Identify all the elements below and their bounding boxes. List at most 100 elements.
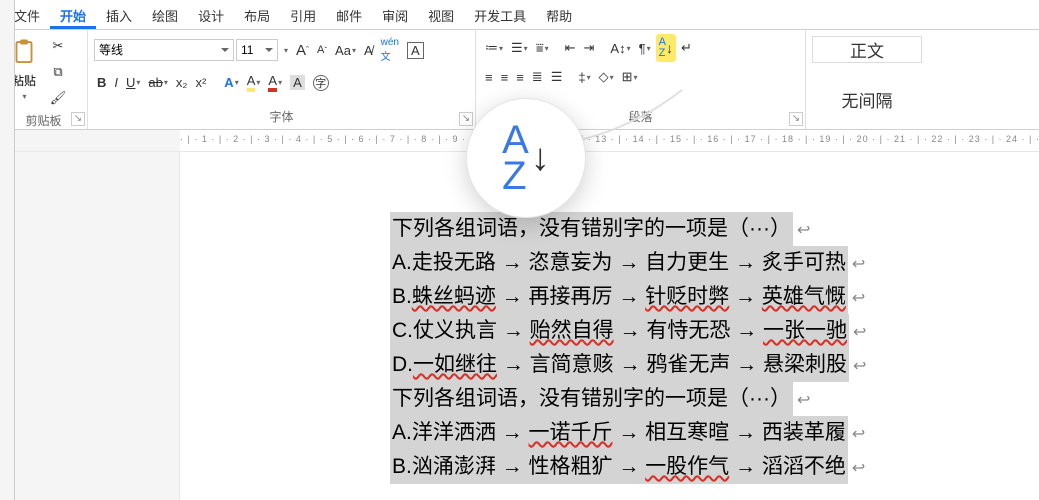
menu-bar: 文件开始插入绘图设计布局引用邮件审阅视图开发工具帮助 xyxy=(0,0,1039,30)
text-line[interactable]: B.蛛丝蚂迹 → 再接再厉 → 针贬时弊 → 英雄气慨 xyxy=(390,280,848,314)
text-line[interactable]: A.走投无路 → 恣意妄为 → 自力更生 → 炙手可热 xyxy=(390,246,848,280)
paste-label: 粘贴 xyxy=(12,72,36,89)
document-body[interactable]: 下列各组词语，没有错别字的一项是（···）↩A.走投无路 → 恣意妄为 → 自力… xyxy=(180,152,1039,500)
indent-icon: ⇥ xyxy=(584,40,595,56)
indent-increase-button[interactable]: ⇥ xyxy=(581,37,598,59)
menu-绘图[interactable]: 绘图 xyxy=(142,0,188,29)
group-font: 等线 11 Aˆ Aˇ Aa A̸ wén文 A B I U ab x₂ x² … xyxy=(88,30,476,129)
lens: AZ↓ xyxy=(466,98,586,218)
text-line[interactable]: D.一如继往 → 言简意赅 → 鸦雀无声 → 悬梁刺股 xyxy=(390,348,849,382)
style-nospace[interactable]: 无间隔 xyxy=(812,87,922,112)
show-marks-button[interactable]: ↵ xyxy=(678,37,695,59)
char-border-button[interactable]: A xyxy=(404,39,427,62)
justify-icon: ≣ xyxy=(532,69,543,85)
paragraph-mark: ↩ xyxy=(852,290,865,307)
bullet-list-button[interactable]: ≔ xyxy=(482,37,506,59)
left-gutter xyxy=(0,152,180,500)
menu-帮助[interactable]: 帮助 xyxy=(536,0,582,29)
asian-icon: A↕ xyxy=(610,41,625,56)
subscript-button[interactable]: x₂ xyxy=(173,72,191,93)
paragraph-mark: ↩ xyxy=(852,426,865,443)
italic-button[interactable]: I xyxy=(111,72,121,93)
sort-az-icon: AZ xyxy=(659,37,666,59)
underline-button[interactable]: U xyxy=(123,72,143,93)
text-line[interactable]: 下列各组词语，没有错别字的一项是（···） xyxy=(390,212,793,246)
cut-button[interactable]: ✂ xyxy=(46,34,70,58)
group-label-clipboard: 剪贴板 xyxy=(6,110,81,131)
menu-插入[interactable]: 插入 xyxy=(96,0,142,29)
paragraph-mark: ↩ xyxy=(852,256,865,273)
highlight-button[interactable]: A xyxy=(244,70,264,95)
borders-icon: ⊞ xyxy=(622,69,633,85)
line-space-menu[interactable]: ‡ xyxy=(575,67,593,88)
font-size-menu[interactable] xyxy=(280,43,291,58)
font-launcher[interactable]: ↘ xyxy=(459,112,473,126)
scissors-icon: ✂ xyxy=(49,37,67,55)
change-case-button[interactable]: Aa xyxy=(332,40,359,61)
menu-审阅[interactable]: 审阅 xyxy=(372,0,418,29)
format-painter-button[interactable]: 🖌 xyxy=(46,86,70,110)
clipboard-launcher[interactable]: ↘ xyxy=(71,112,85,126)
copy-icon: ⧉ xyxy=(49,63,67,81)
number-list-button[interactable]: ☰ xyxy=(508,37,531,59)
bold-button[interactable]: B xyxy=(94,72,109,93)
text-line[interactable]: A.洋洋洒洒 → 一诺千斤 → 相互寒暄 → 西装革履 xyxy=(390,416,848,450)
align-center-icon: ≡ xyxy=(501,70,509,85)
indent-decrease-button[interactable]: ⇤ xyxy=(562,37,579,59)
pilcrow-icon: ↵ xyxy=(681,40,692,56)
distribute-icon: ☰ xyxy=(551,69,563,85)
paste-dropdown[interactable] xyxy=(18,91,29,101)
text-line[interactable]: 下列各组词语，没有错别字的一项是（···） xyxy=(390,382,793,416)
number-list-icon: ☰ xyxy=(511,40,523,56)
paragraph-mark: ↩ xyxy=(853,324,866,341)
outdent-icon: ⇤ xyxy=(565,40,576,56)
text-effects-button[interactable]: A xyxy=(221,72,241,93)
eraser-icon: A̸ xyxy=(364,43,373,58)
brush-icon: 🖌 xyxy=(49,89,67,107)
strike-button[interactable]: ab xyxy=(145,72,170,93)
font-name-select[interactable]: 等线 xyxy=(94,39,234,61)
align-right-button[interactable]: ≡ xyxy=(513,67,527,88)
asian-layout-button[interactable]: A↕ xyxy=(607,38,633,59)
paragraph-mark: ↩ xyxy=(853,358,866,375)
align-center-button[interactable]: ≡ xyxy=(498,67,512,88)
char-shade-button[interactable]: A xyxy=(287,72,308,93)
font-size-select[interactable]: 11 xyxy=(236,39,278,61)
sort-button[interactable]: AZ↓ xyxy=(656,34,676,62)
multilevel-list-button[interactable]: ⩸ xyxy=(533,37,552,59)
grow-font-button[interactable]: Aˆ xyxy=(293,39,312,62)
align-left-icon: ≡ xyxy=(485,70,493,85)
font-color-button[interactable]: A xyxy=(265,70,285,95)
sort-az-icon-large: AZ↓ xyxy=(502,122,550,194)
text-line[interactable]: C.仗义执言 → 贻然自得 → 有恃无恐 → 一张一驰 xyxy=(390,314,849,348)
bullet-icon: ≔ xyxy=(485,40,498,56)
align-left-button[interactable]: ≡ xyxy=(482,67,496,88)
line-space-icon: ‡ xyxy=(578,70,585,85)
clear-format-button[interactable]: A̸ xyxy=(361,40,376,61)
menu-开始[interactable]: 开始 xyxy=(50,0,96,29)
copy-button[interactable]: ⧉ xyxy=(46,60,70,84)
enclosed-char-button[interactable]: 字 xyxy=(310,72,332,94)
style-normal[interactable]: 正文 xyxy=(812,36,922,63)
shading-button[interactable]: ◇ xyxy=(596,66,617,88)
bucket-icon: ◇ xyxy=(599,69,609,85)
line-spacing-button[interactable]: ¶ xyxy=(636,38,654,59)
justify-button[interactable]: ≣ xyxy=(529,66,546,88)
group-styles: 正文 无间隔 xyxy=(806,30,1039,129)
line-spacing-icon: ¶ xyxy=(639,41,646,56)
menu-邮件[interactable]: 邮件 xyxy=(326,0,372,29)
distribute-button[interactable]: ☰ xyxy=(548,66,566,88)
multilevel-icon: ⩸ xyxy=(536,40,544,56)
borders-button[interactable]: ⊞ xyxy=(619,66,641,88)
paragraph-launcher[interactable]: ↘ xyxy=(789,112,803,126)
superscript-button[interactable]: x² xyxy=(192,72,209,93)
menu-布局[interactable]: 布局 xyxy=(234,0,280,29)
menu-开发工具[interactable]: 开发工具 xyxy=(464,0,536,29)
menu-设计[interactable]: 设计 xyxy=(188,0,234,29)
menu-视图[interactable]: 视图 xyxy=(418,0,464,29)
text-line[interactable]: B.汹涌澎湃 → 性格粗犷 → 一股作气 → 滔滔不绝 xyxy=(390,450,848,484)
vertical-ruler xyxy=(0,0,15,500)
menu-引用[interactable]: 引用 xyxy=(280,0,326,29)
shrink-font-button[interactable]: Aˇ xyxy=(314,41,330,59)
phonetic-button[interactable]: wén文 xyxy=(378,34,402,66)
